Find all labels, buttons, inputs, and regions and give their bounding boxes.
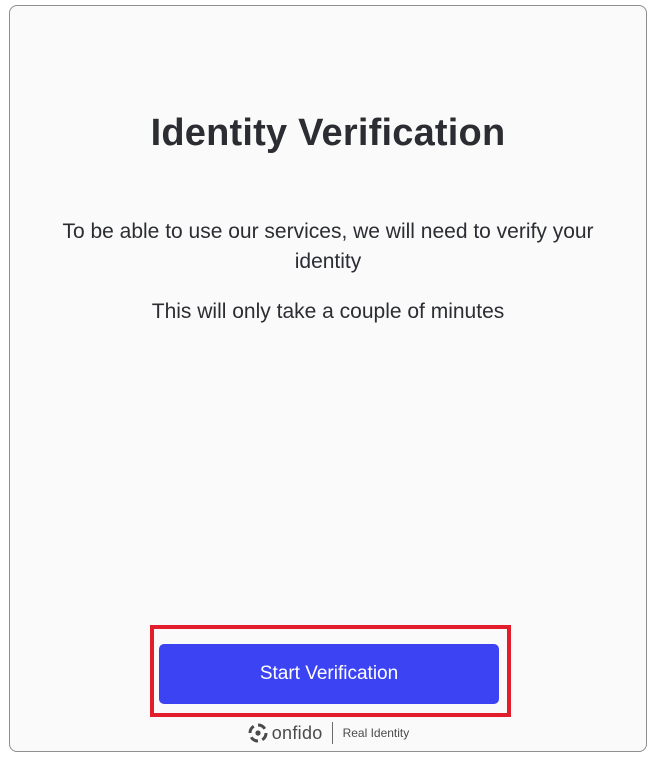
footer-divider: [331, 722, 333, 744]
brand-name: onfido: [271, 722, 323, 743]
onfido-logo-icon: [248, 723, 268, 743]
page-title: Identity Verification: [150, 112, 506, 154]
intro-text: To be able to use our services, we will …: [62, 220, 594, 273]
brand-tagline: Real Identity: [342, 726, 410, 740]
start-verification-button[interactable]: Start Verification: [159, 644, 499, 704]
duration-text: This will only take a couple of minutes: [151, 300, 505, 323]
footer-branding: onfido Real Identity: [0, 719, 657, 747]
